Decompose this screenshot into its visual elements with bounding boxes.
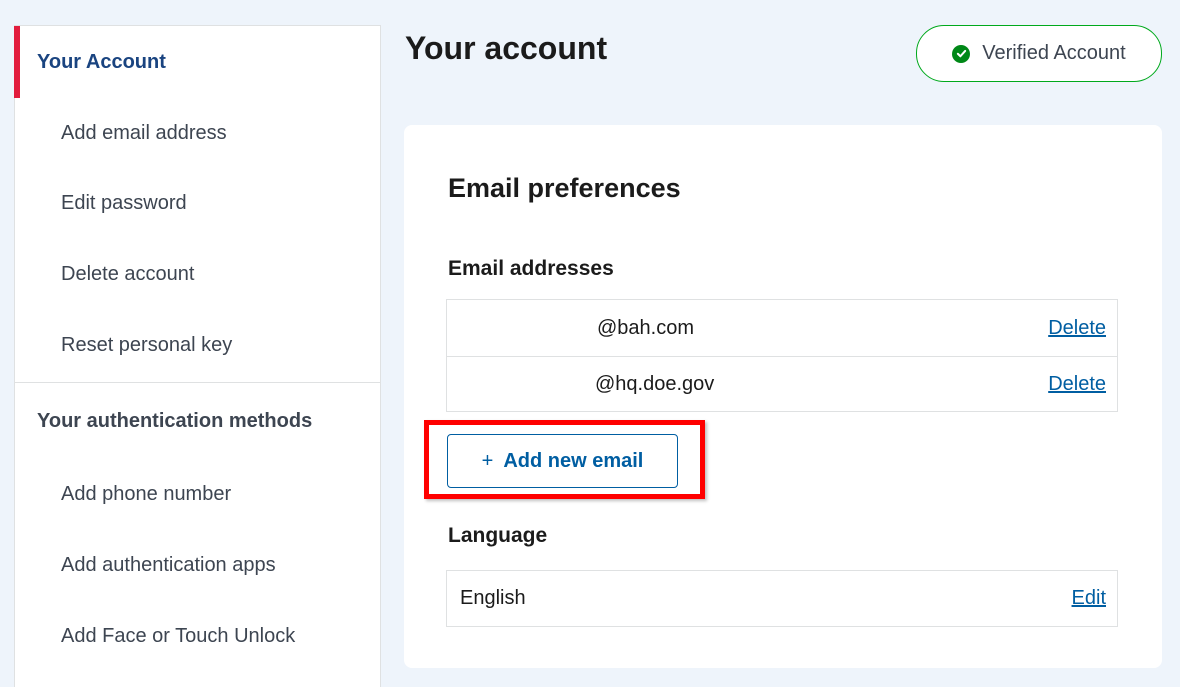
- verified-label: Verified Account: [982, 42, 1126, 64]
- language-row: English Edit: [446, 570, 1118, 627]
- sidebar-item-label: Reset personal key: [61, 334, 233, 356]
- email-addresses-heading: Email addresses: [448, 257, 614, 280]
- sidebar-item-label: Delete account: [61, 263, 195, 285]
- sidebar-nav: Your Account Add email address Edit pass…: [14, 25, 381, 687]
- sidebar-item-authentication-methods[interactable]: Your authentication methods: [15, 383, 380, 459]
- sidebar-item-label: Add phone number: [61, 483, 232, 505]
- sidebar-item-add-email[interactable]: Add email address: [15, 98, 380, 168]
- sidebar-item-add-auth-apps[interactable]: Add authentication apps: [15, 530, 380, 601]
- sidebar-item-label: Your Account: [37, 50, 166, 73]
- email-row: @hq.doe.gov Delete: [447, 356, 1117, 412]
- plus-icon: +: [481, 449, 494, 472]
- sidebar-item-edit-password[interactable]: Edit password: [15, 168, 380, 239]
- sidebar-heading-label: Your authentication methods: [37, 409, 313, 432]
- email-address: @hq.doe.gov: [595, 373, 715, 395]
- language-heading: Language: [448, 524, 548, 547]
- delete-email-link[interactable]: Delete: [1048, 317, 1106, 340]
- language-value: English: [460, 587, 526, 609]
- edit-language-link[interactable]: Edit: [1072, 587, 1106, 610]
- sidebar-item-your-account[interactable]: Your Account: [14, 26, 380, 98]
- delete-email-link[interactable]: Delete: [1048, 373, 1106, 396]
- card-title: Email preferences: [448, 173, 681, 203]
- email-row: @bah.com Delete: [447, 300, 1117, 356]
- email-list: @bah.com Delete @hq.doe.gov Delete: [446, 299, 1118, 412]
- sidebar-item-label: Add email address: [61, 121, 227, 144]
- page-title: Your account: [405, 30, 608, 66]
- sidebar-item-label: Edit password: [61, 192, 187, 214]
- email-address: @bah.com: [597, 316, 695, 339]
- sidebar-item-add-face-touch[interactable]: Add Face or Touch Unlock: [15, 601, 380, 672]
- add-new-email-button[interactable]: + Add new email: [447, 434, 678, 488]
- verified-account-badge: Verified Account: [916, 25, 1162, 82]
- add-new-email-label: Add new email: [503, 449, 644, 472]
- sidebar-item-label: Add authentication apps: [61, 554, 276, 576]
- sidebar-item-reset-personal-key[interactable]: Reset personal key: [15, 310, 380, 381]
- check-circle-icon: [952, 44, 971, 63]
- account-page: Your Account Add email address Edit pass…: [0, 0, 1180, 687]
- email-preferences-card: Email preferences Email addresses @bah.c…: [404, 125, 1162, 668]
- sidebar-item-delete-account[interactable]: Delete account: [15, 239, 380, 310]
- sidebar-item-add-phone[interactable]: Add phone number: [15, 459, 380, 530]
- sidebar-item-label: Add Face or Touch Unlock: [61, 625, 296, 647]
